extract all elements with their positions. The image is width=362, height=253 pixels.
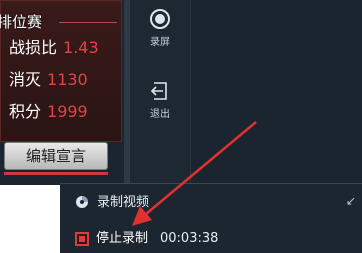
stat-value: 1130 [47,70,88,89]
stat-label: 消灭 [9,70,42,89]
side-toolbar: 录屏 退出 [130,0,190,185]
collapse-arrow-icon[interactable]: ↙ [346,194,356,208]
declaration-underline [4,172,108,175]
stats-title: 排位赛 [0,13,43,31]
rank-stats-panel: 排位赛 战损比 1.43 消灭 1130 积分 1999 [0,0,122,142]
recording-title: 录制视频 [97,195,150,210]
record-label: 录屏 [150,37,170,48]
stop-icon [75,232,89,246]
stat-value: 1999 [47,102,88,121]
edit-declaration-button[interactable]: 编辑宣言 [4,142,108,170]
content-area [0,185,60,253]
stat-row-points: 积分 1999 [9,100,88,124]
stat-value: 1.43 [63,38,99,57]
record-icon [150,9,170,29]
stat-label: 战损比 [9,38,58,57]
record-screen-button[interactable]: 录屏 [130,8,190,48]
toolbar-separator [190,0,191,185]
elapsed-time: 00:03:38 [160,231,219,246]
stat-row-kd: 战损比 1.43 [9,36,99,60]
stat-row-kills: 消灭 1130 [9,68,88,92]
exit-button[interactable]: 退出 [130,80,190,120]
stat-label: 积分 [9,102,42,121]
camera-lens-icon [76,196,88,208]
recording-popup: 录制视频 ↙ 停止录制 00:03:38 [60,183,362,253]
title-divider [59,22,117,23]
stop-recording-label: 停止录制 [96,231,149,246]
stats-header: 排位赛 [0,11,123,33]
exit-label: 退出 [150,109,170,120]
exit-icon [150,82,167,100]
